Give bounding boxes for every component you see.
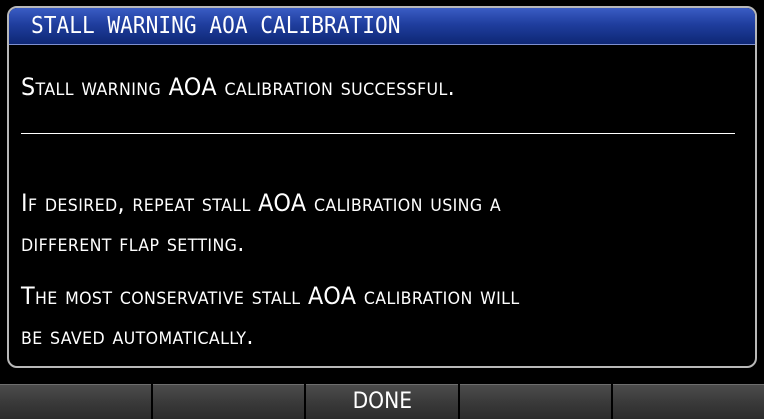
- done-softkey[interactable]: DONE: [306, 384, 458, 419]
- softkey-2[interactable]: [153, 384, 305, 419]
- repeat-instruction: If desired, repeat stall AOA calibration…: [21, 183, 501, 263]
- done-softkey-label: DONE: [352, 389, 412, 414]
- softkey-5[interactable]: [612, 384, 764, 419]
- divider-line: [21, 133, 735, 134]
- auto-save-note-line2: be saved automatically.: [21, 322, 254, 350]
- dialog-title-bar: STALL WARNING AOA CALIBRATION: [9, 8, 755, 45]
- dialog-title: STALL WARNING AOA CALIBRATION: [31, 13, 401, 39]
- display-screen: STALL WARNING AOA CALIBRATION Stall warn…: [0, 0, 764, 419]
- softkey-bar: DONE: [0, 384, 764, 419]
- softkey-1[interactable]: [0, 384, 152, 419]
- calibration-dialog: STALL WARNING AOA CALIBRATION Stall warn…: [7, 6, 757, 368]
- repeat-instruction-line1: If desired, repeat stall AOA calibration…: [21, 189, 502, 217]
- auto-save-note: The most conservative stall AOA calibrat…: [21, 276, 520, 356]
- success-message: Stall warning AOA calibration successful…: [21, 67, 455, 107]
- softkey-4[interactable]: [459, 384, 611, 419]
- repeat-instruction-line2: different flap setting.: [21, 229, 245, 257]
- auto-save-note-line1: The most conservative stall AOA calibrat…: [21, 282, 520, 310]
- success-message-text: Stall warning AOA calibration successful…: [21, 73, 456, 101]
